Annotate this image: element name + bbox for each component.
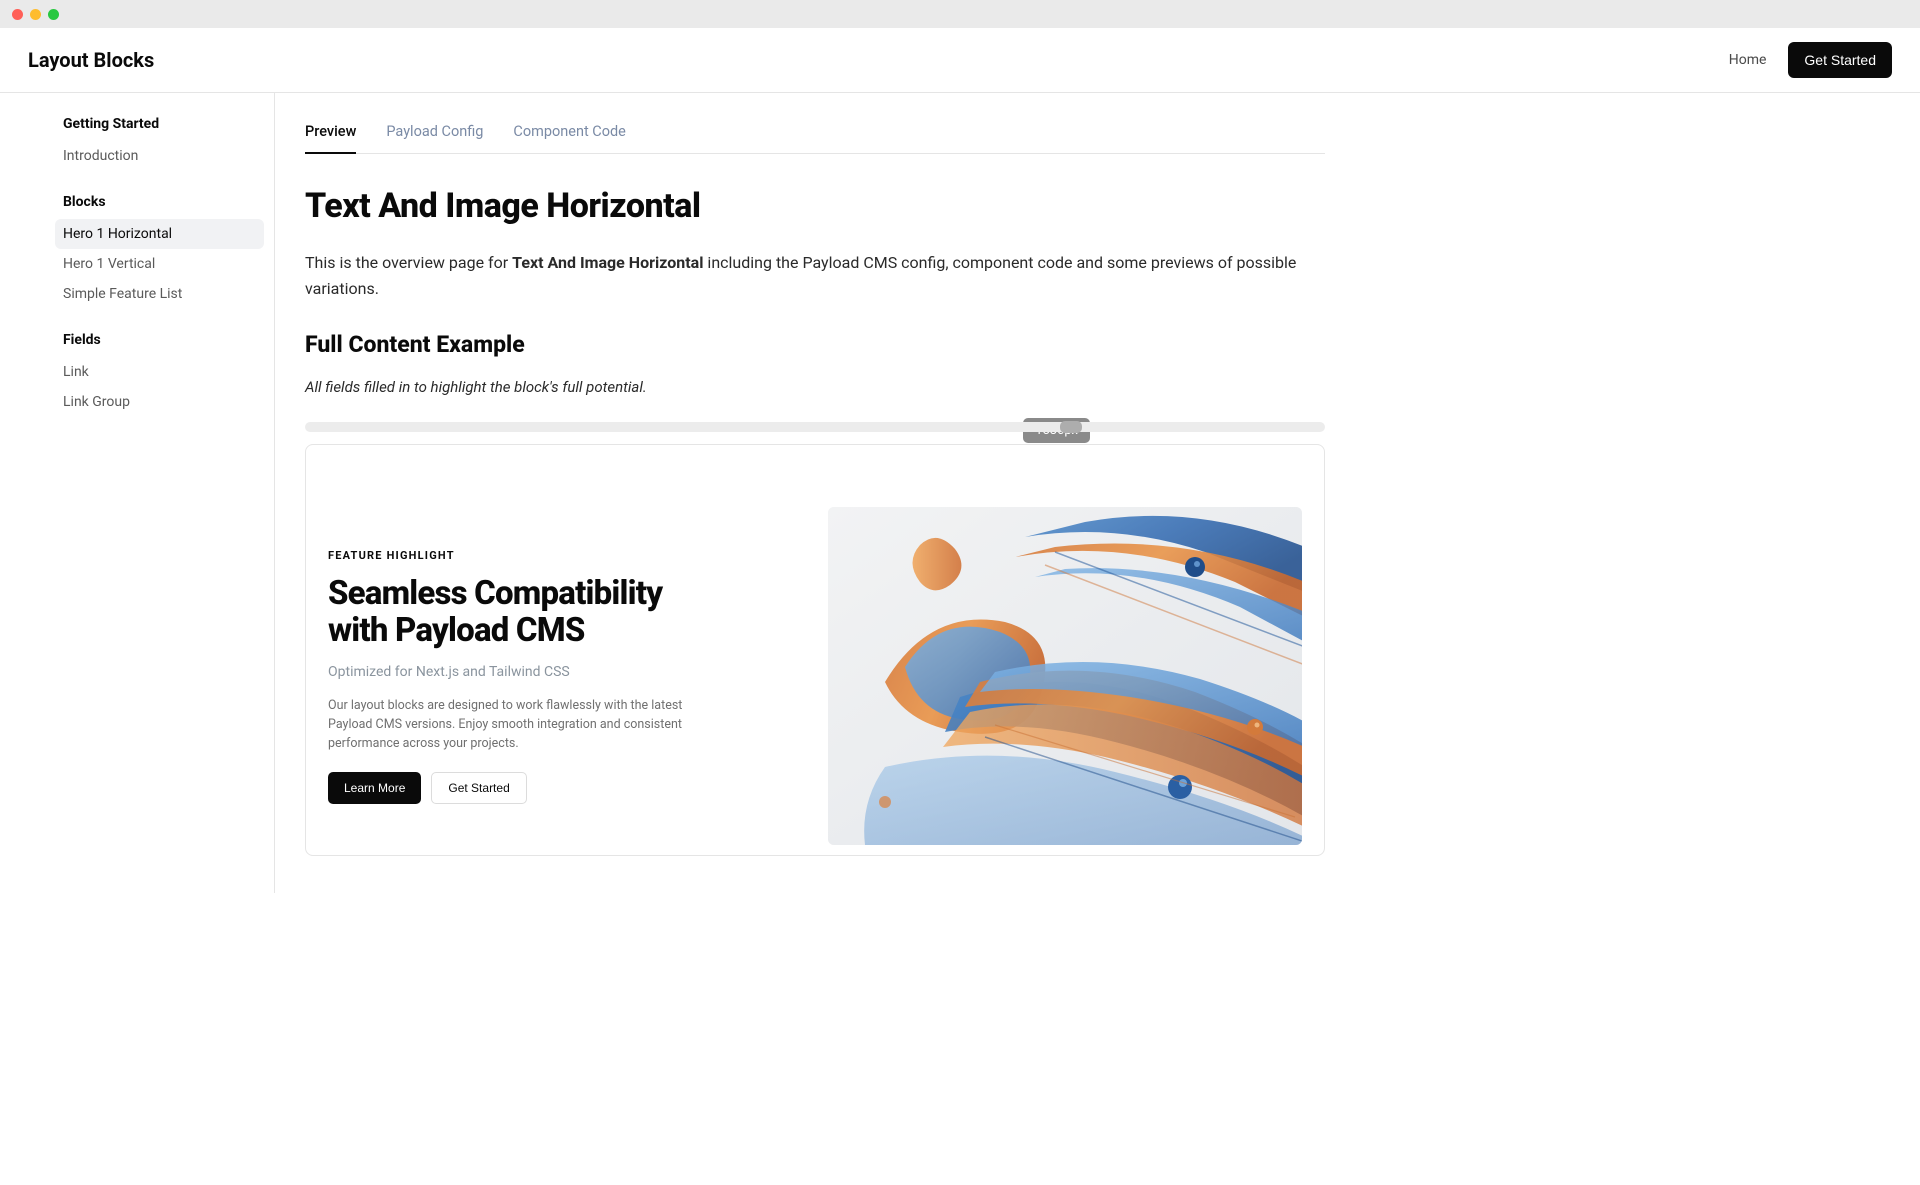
sidebar-item-introduction[interactable]: Introduction xyxy=(55,141,264,171)
section-heading: Full Content Example xyxy=(305,331,1325,358)
hero-eyebrow: FEATURE HIGHLIGHT xyxy=(328,549,728,562)
tab-component-code[interactable]: Component Code xyxy=(513,113,625,154)
hero-block: FEATURE HIGHLIGHT Seamless Compatibility… xyxy=(328,507,1302,845)
hero-text-column: FEATURE HIGHLIGHT Seamless Compatibility… xyxy=(328,549,728,804)
tab-preview[interactable]: Preview xyxy=(305,113,356,154)
width-slider-thumb[interactable] xyxy=(1060,421,1082,433)
sidebar-item-hero-1-horizontal[interactable]: Hero 1 Horizontal xyxy=(55,219,264,249)
sidebar-item-simple-feature-list[interactable]: Simple Feature List xyxy=(55,279,264,309)
hero-subtitle: Optimized for Next.js and Tailwind CSS xyxy=(328,664,728,680)
top-nav: Home Get Started xyxy=(1729,42,1892,78)
sidebar-item-hero-1-vertical[interactable]: Hero 1 Vertical xyxy=(55,249,264,279)
hero-get-started-button[interactable]: Get Started xyxy=(431,772,526,804)
window-titlebar xyxy=(0,0,1920,28)
brand-logo[interactable]: Layout Blocks xyxy=(28,48,154,72)
tab-bar: Preview Payload Config Component Code xyxy=(305,113,1325,154)
close-window-icon[interactable] xyxy=(12,9,23,20)
nav-home-link[interactable]: Home xyxy=(1729,52,1767,68)
hero-buttons: Learn More Get Started xyxy=(328,772,728,804)
hero-title: Seamless Compatibility with Payload CMS xyxy=(328,576,728,650)
intro-bold: Text And Image Horizontal xyxy=(512,253,703,272)
hero-image xyxy=(828,507,1302,845)
hero-body: Our layout blocks are designed to work f… xyxy=(328,696,728,754)
maximize-window-icon[interactable] xyxy=(48,9,59,20)
main-content: Preview Payload Config Component Code Te… xyxy=(275,93,1375,893)
width-slider-track[interactable] xyxy=(305,422,1325,432)
top-header: Layout Blocks Home Get Started xyxy=(0,28,1920,93)
minimize-window-icon[interactable] xyxy=(30,9,41,20)
page-title: Text And Image Horizontal xyxy=(305,186,1325,226)
sidebar-heading-blocks: Blocks xyxy=(55,189,264,215)
sidebar: Getting Started Introduction Blocks Hero… xyxy=(45,93,275,893)
intro-text: This is the overview page for Text And I… xyxy=(305,250,1325,301)
intro-pre: This is the overview page for xyxy=(305,253,512,272)
width-indicator: 1536px xyxy=(305,422,1325,432)
sidebar-heading-getting-started: Getting Started xyxy=(55,111,264,137)
sidebar-heading-fields: Fields xyxy=(55,327,264,353)
tab-payload-config[interactable]: Payload Config xyxy=(386,113,483,154)
preview-frame: FEATURE HIGHLIGHT Seamless Compatibility… xyxy=(305,444,1325,856)
section-subtitle: All fields filled in to highlight the bl… xyxy=(305,378,1325,396)
get-started-button[interactable]: Get Started xyxy=(1788,42,1892,78)
hero-learn-more-button[interactable]: Learn More xyxy=(328,772,421,804)
sidebar-item-link-group[interactable]: Link Group xyxy=(55,387,264,417)
sidebar-item-link[interactable]: Link xyxy=(55,357,264,387)
